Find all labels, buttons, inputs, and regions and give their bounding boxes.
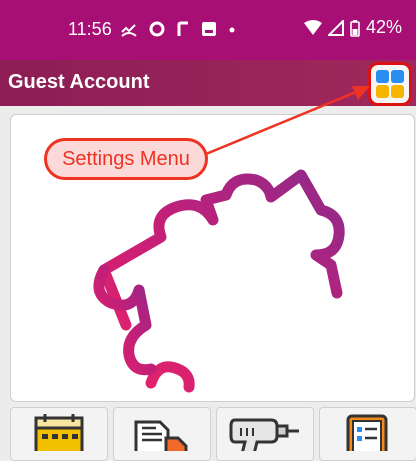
settings-menu-callout: Settings Menu — [44, 138, 208, 180]
checklist-icon — [346, 414, 388, 451]
battery-icon — [350, 19, 360, 37]
dot-icon — [229, 27, 235, 33]
app-bar: Guest Account — [0, 60, 416, 106]
signal-icon — [327, 19, 344, 36]
sync-icon — [149, 21, 165, 37]
calendar-icon — [34, 414, 84, 451]
status-bar: 11:56 42% — [0, 0, 416, 60]
status-notification-icons — [120, 17, 236, 41]
documents-button[interactable] — [113, 407, 211, 461]
callout-label: Settings Menu — [62, 147, 190, 170]
wifi-icon — [303, 19, 322, 35]
grid-icon — [376, 70, 404, 98]
settings-menu-button[interactable] — [368, 62, 412, 106]
page-title: Guest Account — [8, 71, 150, 93]
checklist-button[interactable] — [319, 407, 416, 461]
bottom-button-row — [10, 407, 416, 461]
battery-percent: 42% — [365, 17, 402, 37]
status-time: 11:56 — [68, 19, 112, 39]
message-icon — [202, 22, 216, 36]
tools-button[interactable] — [216, 407, 314, 461]
drill-icon — [229, 418, 299, 451]
status-system-icons: 42% — [303, 17, 402, 38]
r-icon — [177, 21, 188, 36]
documents-icon — [134, 420, 188, 451]
calendar-button[interactable] — [10, 407, 108, 461]
missed-call-icon — [121, 24, 137, 37]
